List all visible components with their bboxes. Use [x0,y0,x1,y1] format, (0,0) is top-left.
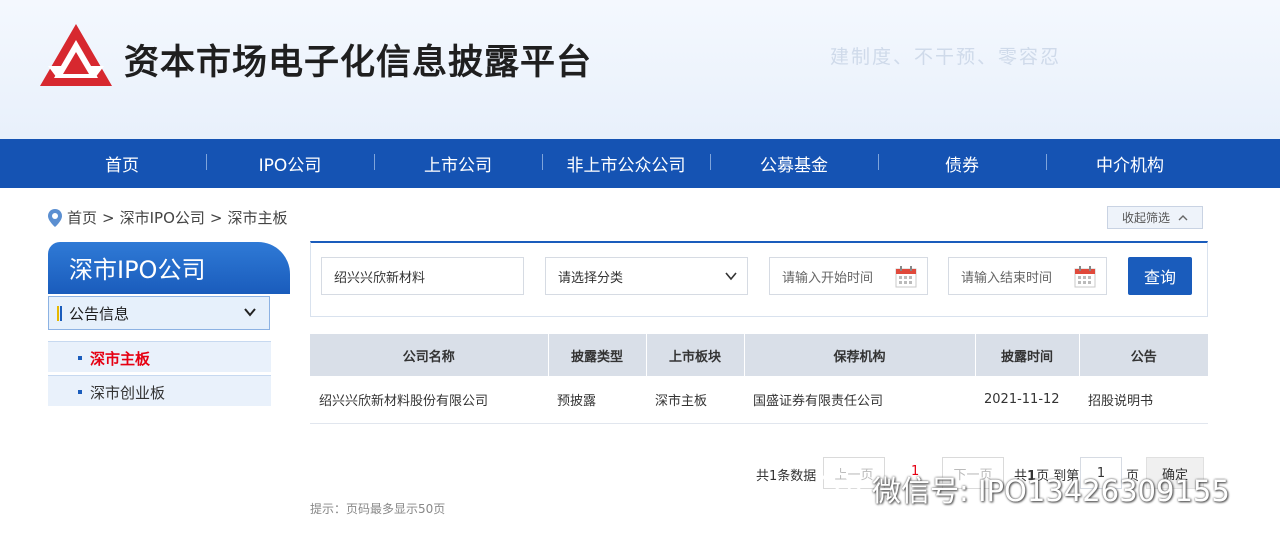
total-suffix: 条数据 [777,469,817,484]
breadcrumb-home[interactable]: 首页 [67,207,97,228]
table-header-row: 公司名称 披露类型 上市板块 保荐机构 披露时间 公告 [310,334,1208,376]
main-nav: 首页 IPO公司 上市公司 非上市公众公司 公募基金 债券 中介机构 [0,139,1280,188]
start-date-input[interactable]: 请输入开始时间 [769,257,928,295]
chevron-up-icon [1178,214,1188,220]
sponsor-cell: 国盛证券有限责任公司 [744,376,975,424]
site-title: 资本市场电子化信息披露平台 [124,43,593,83]
total-prefix: 共 [756,469,770,484]
breadcrumb: 首页 > 深市IPO公司 > 深市主板 [48,207,287,228]
nav-item-ipo[interactable]: IPO公司 [206,151,374,176]
column-header: 公告 [1079,334,1208,376]
collapse-filter-label: 收起筛选 [1121,211,1170,225]
calendar-icon[interactable] [895,266,917,288]
location-pin-icon [48,208,62,227]
announcement-link[interactable]: 招股说明书 [1079,376,1208,424]
category-select-value: 请选择分类 [558,270,624,286]
site-header: 资本市场电子化信息披露平台 建制度、不干预、零容忍 [0,0,1280,139]
breadcrumb-separator: > [209,208,223,227]
breadcrumb-separator: > [102,208,115,227]
results-table: 公司名称 披露类型 上市板块 保荐机构 披露时间 公告 绍兴兴欣新材料股份有限公… [310,334,1208,424]
column-header: 保荐机构 [744,334,976,376]
disclosure-type-cell: 预披露 [548,376,646,424]
company-search-input[interactable]: 绍兴兴欣新材料 [321,257,524,295]
chevron-down-icon [244,308,256,317]
start-date-placeholder: 请输入开始时间 [782,270,874,286]
nav-item-bonds[interactable]: 债券 [878,151,1046,176]
bullet-icon [78,356,82,360]
column-header: 公司名称 [310,334,549,376]
calendar-icon[interactable] [1074,266,1096,288]
section-marker-icon [57,305,63,321]
sidebar-section-toggle[interactable]: 公告信息 [48,296,270,330]
site-logo-icon[interactable] [38,22,114,90]
sidebar-title: 深市IPO公司 [48,242,290,294]
watermark-text: 微信号: IPO13426309155 [872,474,1230,508]
end-date-input[interactable]: 请输入结束时间 [948,257,1107,295]
collapse-filter-button[interactable]: 收起筛选 [1107,206,1203,229]
sidebar-item-sz-main[interactable]: 深市主板 [48,341,271,372]
table-row: 绍兴兴欣新材料股份有限公司 预披露 深市主板 国盛证券有限责任公司 2021-1… [310,376,1208,424]
category-select[interactable]: 请选择分类 [545,257,748,295]
breadcrumb-current: 深市主板 [227,209,288,227]
company-search-value: 绍兴兴欣新材料 [334,270,426,286]
breadcrumb-ipo[interactable]: 深市IPO公司 [120,207,205,228]
nav-item-intermediaries[interactable]: 中介机构 [1046,151,1214,176]
column-header: 上市板块 [646,334,745,376]
nav-item-funds[interactable]: 公募基金 [710,151,878,176]
nav-item-listed[interactable]: 上市公司 [374,151,542,176]
query-button[interactable]: 查询 [1128,257,1192,295]
end-date-placeholder: 请输入结束时间 [961,270,1053,286]
site-slogan: 建制度、不干预、零容忍 [830,46,1062,68]
column-header: 披露类型 [548,334,647,376]
total-count: 共1条数据 [756,465,816,484]
chevron-down-icon [725,272,737,281]
disclosure-date-cell: 2021-11-12 [975,376,1079,424]
sidebar-item-sz-chinext[interactable]: 深市创业板 [48,375,271,406]
sidebar-item-label: 深市创业板 [90,384,166,402]
sidebar-section-label: 公告信息 [69,304,130,323]
sidebar-item-label: 深市主板 [90,350,151,368]
filter-panel: 绍兴兴欣新材料 请选择分类 请输入开始时间 请输入结束时间 查询 [310,241,1208,317]
wechat-icon [818,471,863,506]
nav-item-unlisted-public[interactable]: 非上市公众公司 [542,151,710,176]
column-header: 披露时间 [975,334,1080,376]
bullet-icon [78,390,82,394]
company-name-cell[interactable]: 绍兴兴欣新材料股份有限公司 [310,376,548,424]
wechat-watermark: 微信号: IPO13426309155 [818,468,1230,510]
pagination-hint: 提示：页码最多显示50页 [310,502,446,516]
board-cell: 深市主板 [646,376,744,424]
nav-item-home[interactable]: 首页 [38,151,206,176]
